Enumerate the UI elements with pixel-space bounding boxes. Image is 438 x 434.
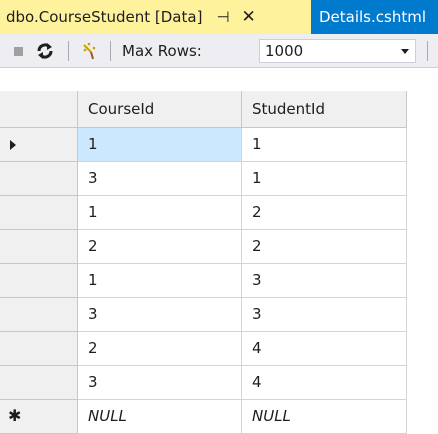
cell-courseid[interactable]: 3 xyxy=(78,366,242,400)
cell-courseid[interactable]: 2 xyxy=(78,230,242,264)
cell-studentid[interactable]: 1 xyxy=(242,162,407,196)
cell-studentid[interactable]: 3 xyxy=(242,264,407,298)
stop-icon[interactable] xyxy=(14,47,23,56)
cell-studentid[interactable]: 2 xyxy=(242,196,407,230)
row-header[interactable] xyxy=(0,230,78,264)
cell-studentid[interactable]: 1 xyxy=(242,128,407,162)
tab-title: dbo.CourseStudent [Data] xyxy=(6,8,203,26)
row-header[interactable] xyxy=(0,128,78,162)
select-all-corner[interactable] xyxy=(0,91,78,128)
tab-title: Details.cshtml xyxy=(319,8,426,26)
cell-courseid[interactable]: 1 xyxy=(78,128,242,162)
toolbar-separator xyxy=(68,41,69,61)
tab-details-cshtml[interactable]: Details.cshtml xyxy=(311,0,438,34)
grid-header-row: CourseId StudentId xyxy=(0,91,438,128)
document-tab-bar: dbo.CourseStudent [Data] ⊣ ✕ Details.csh… xyxy=(0,0,438,34)
row-header[interactable] xyxy=(0,264,78,298)
cell-courseid[interactable]: 3 xyxy=(78,162,242,196)
row-header[interactable] xyxy=(0,298,78,332)
refresh-icon[interactable] xyxy=(35,41,55,61)
toolbar-separator xyxy=(110,41,111,61)
cell-courseid[interactable]: 2 xyxy=(78,332,242,366)
row-header[interactable] xyxy=(0,332,78,366)
max-rows-select[interactable]: 1000 xyxy=(259,39,416,63)
cell-studentid[interactable]: 3 xyxy=(242,298,407,332)
cell-courseid[interactable]: 1 xyxy=(78,264,242,298)
new-row-asterisk-icon: ✱ xyxy=(8,406,22,425)
row-header[interactable] xyxy=(0,366,78,400)
tab-coursestudent-data[interactable]: dbo.CourseStudent [Data] ⊣ ✕ xyxy=(0,0,311,34)
column-header-studentid[interactable]: StudentId xyxy=(242,91,407,128)
filter-icon[interactable] xyxy=(80,41,100,61)
max-rows-label: Max Rows: xyxy=(122,42,202,60)
current-row-indicator-icon xyxy=(10,140,16,150)
cell-studentid[interactable]: 2 xyxy=(242,230,407,264)
row-header[interactable] xyxy=(0,196,78,230)
data-toolbar: Max Rows: 1000 xyxy=(0,34,438,68)
toolbar-separator xyxy=(427,41,428,61)
cell-studentid[interactable]: 4 xyxy=(242,332,407,366)
pin-icon[interactable]: ⊣ xyxy=(216,8,229,26)
cell-courseid[interactable]: 3 xyxy=(78,298,242,332)
close-icon[interactable]: ✕ xyxy=(242,7,256,27)
row-header[interactable] xyxy=(0,162,78,196)
column-header-courseid[interactable]: CourseId xyxy=(78,91,242,128)
chevron-down-icon[interactable] xyxy=(401,49,409,54)
max-rows-value: 1000 xyxy=(265,42,304,60)
cell-courseid[interactable]: 1 xyxy=(78,196,242,230)
cell-studentid[interactable]: 4 xyxy=(242,366,407,400)
